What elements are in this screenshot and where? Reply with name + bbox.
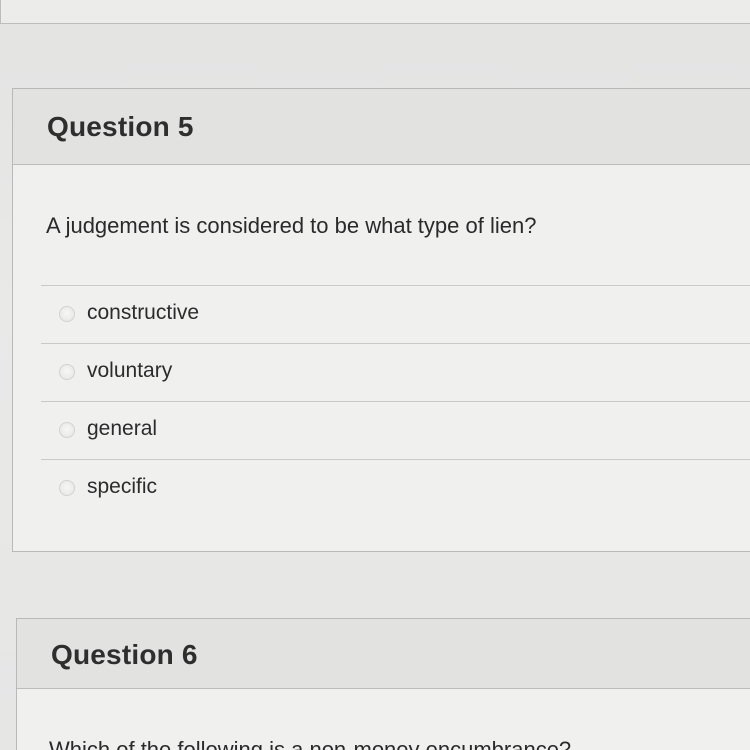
option-label: voluntary	[87, 359, 173, 382]
question-5-options: constructive voluntary general specific	[41, 285, 750, 517]
radio-button-icon[interactable]	[59, 480, 75, 496]
question-5-card: Question 5 A judgement is considered to …	[12, 88, 750, 552]
previous-question-card	[0, 0, 750, 24]
option-constructive[interactable]: constructive	[41, 285, 750, 343]
option-label: specific	[87, 475, 158, 498]
radio-button-icon[interactable]	[59, 364, 75, 380]
question-6-title: Question 6	[51, 639, 198, 670]
radio-button-icon[interactable]	[59, 422, 75, 438]
option-label: constructive	[87, 301, 200, 324]
option-general[interactable]: general	[41, 401, 750, 459]
question-6-prompt: Which of the following is a non-money en…	[49, 737, 572, 750]
question-6-card: Question 6 Which of the following is a n…	[16, 618, 750, 750]
question-5-title: Question 5	[47, 111, 194, 142]
radio-button-icon[interactable]	[59, 306, 75, 322]
quiz-page: Question 5 A judgement is considered to …	[0, 0, 750, 750]
option-voluntary[interactable]: voluntary	[41, 343, 750, 401]
question-5-prompt: A judgement is considered to be what typ…	[46, 213, 537, 238]
question-5-header: Question 5	[13, 89, 750, 165]
option-specific[interactable]: specific	[41, 459, 750, 517]
question-6-header: Question 6	[17, 619, 750, 689]
option-label: general	[87, 417, 158, 440]
